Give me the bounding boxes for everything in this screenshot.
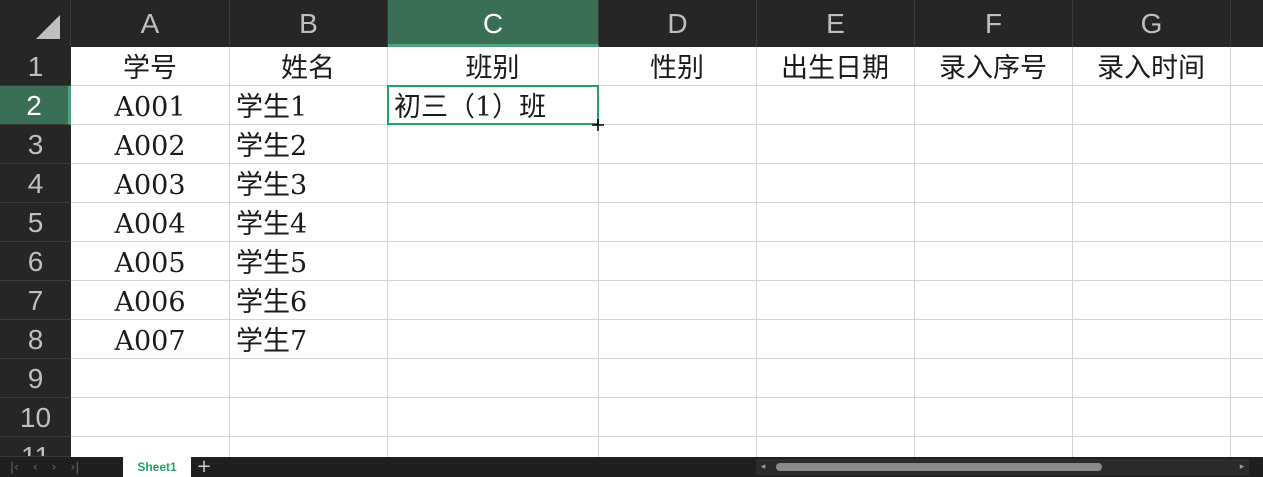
cell-a5[interactable]: A004 [71,205,229,244]
column-header-e[interactable]: E [757,0,915,47]
column-header-d[interactable]: D [599,0,757,47]
gridline [914,47,915,457]
row-header-7[interactable]: 7 [0,281,71,320]
cell-b1[interactable]: 姓名 [229,49,387,88]
cell-c1[interactable]: 班别 [387,49,598,88]
gridline [71,436,1263,437]
sheet-tab-sheet1[interactable]: Sheet1 [123,457,191,477]
scroll-right-icon[interactable]: ▸ [1235,459,1249,475]
cell-a3[interactable]: A002 [71,127,229,166]
gridline [1072,47,1073,457]
sheet-tab-bar: |‹ ‹ › ›| Sheet1 + ◂ ▸ [0,457,1263,477]
cell-b3[interactable]: 学生2 [229,127,387,166]
row-header-6[interactable]: 6 [0,242,71,281]
row-header-10[interactable]: 10 [0,398,71,437]
cell-a2[interactable]: A001 [71,88,229,127]
row-header-11[interactable]: 11 [0,437,71,457]
gridline [1230,47,1231,457]
row-header-2[interactable]: 2 [0,86,71,125]
cell-b7[interactable]: 学生6 [229,283,387,322]
last-sheet-icon[interactable]: ›| [70,460,79,474]
row-header-3[interactable]: 3 [0,125,71,164]
row-header-4[interactable]: 4 [0,164,71,203]
cell-a7[interactable]: A006 [71,283,229,322]
row-header-1[interactable]: 1 [0,47,71,86]
cell-g1[interactable]: 录入时间 [1072,49,1230,88]
gridline [756,47,757,457]
select-all-button[interactable] [0,0,71,47]
cell-a8[interactable]: A007 [71,322,229,361]
sheet-nav: |‹ ‹ › ›| [10,457,79,477]
cell-a6[interactable]: A005 [71,244,229,283]
scroll-left-icon[interactable]: ◂ [756,459,770,475]
spreadsheet: A B C D E F G 1 2 3 4 5 6 7 8 9 10 11 学号… [0,0,1263,477]
column-header-c[interactable]: C [388,0,599,47]
prev-sheet-icon[interactable]: ‹ [33,460,38,474]
cell-c2[interactable]: 初三（1）班 [387,88,598,127]
next-sheet-icon[interactable]: › [52,460,57,474]
row-header-9[interactable]: 9 [0,359,71,398]
horizontal-scrollbar[interactable]: ◂ ▸ [756,459,1249,475]
cell-b5[interactable]: 学生4 [229,205,387,244]
column-header-a[interactable]: A [71,0,230,47]
column-header-bar: A B C D E F G [0,0,1263,47]
scrollbar-thumb[interactable] [776,463,1102,471]
gridline [598,47,599,457]
column-header-b[interactable]: B [230,0,388,47]
cell-d1[interactable]: 性别 [598,49,756,88]
gridline [71,397,1263,398]
add-sheet-button[interactable]: + [196,457,212,477]
row-header-8[interactable]: 8 [0,320,71,359]
cell-b8[interactable]: 学生7 [229,322,387,361]
cell-b4[interactable]: 学生3 [229,166,387,205]
crosshair-cursor-icon [592,119,604,131]
row-header-5[interactable]: 5 [0,203,71,242]
column-header-f[interactable]: F [915,0,1073,47]
cell-f1[interactable]: 录入序号 [914,49,1072,88]
cell-a1[interactable]: 学号 [71,49,229,88]
column-header-g[interactable]: G [1073,0,1231,47]
first-sheet-icon[interactable]: |‹ [10,460,19,474]
cell-grid[interactable]: 学号 姓名 班别 性别 出生日期 录入序号 录入时间 A001 学生1 初三（1… [71,47,1263,457]
column-header-h[interactable] [1231,0,1263,47]
cell-b2[interactable]: 学生1 [229,88,387,127]
cell-b6[interactable]: 学生5 [229,244,387,283]
cell-e1[interactable]: 出生日期 [756,49,914,88]
select-all-triangle-icon [36,15,60,39]
cell-a4[interactable]: A003 [71,166,229,205]
